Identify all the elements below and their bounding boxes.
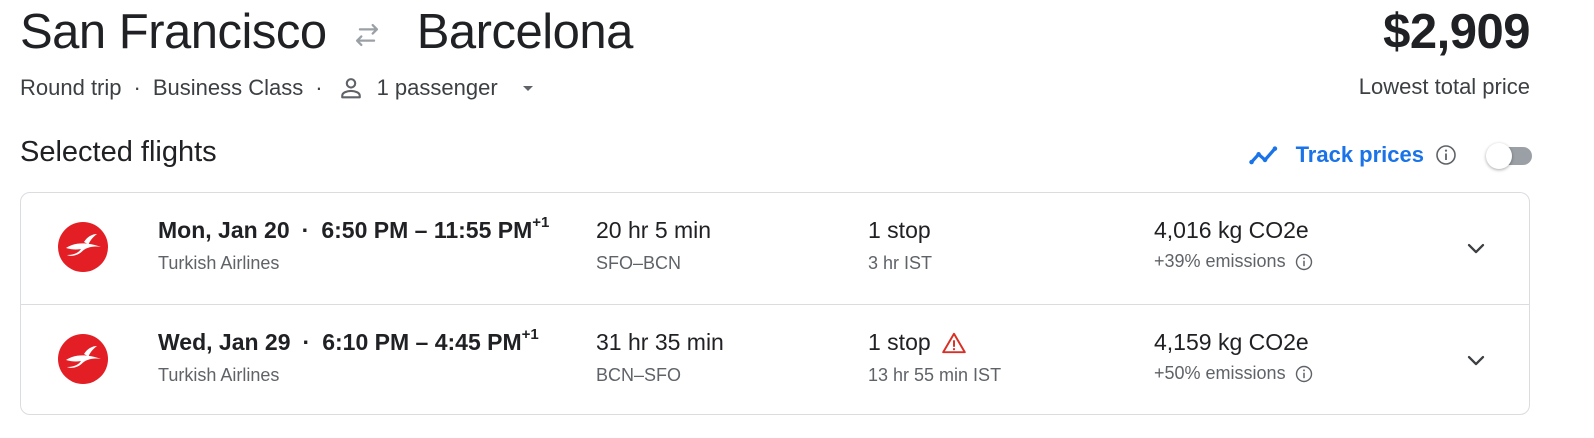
flight-times: Wed, Jan 29 · 6:10 PM – 4:45 PM +1 Turkis… — [158, 326, 539, 386]
swap-arrows-icon — [349, 17, 385, 53]
layover-info: 13 hr 55 min IST — [868, 365, 1002, 385]
emissions-col: 4,159 kg CO2e +50% emissions — [1154, 329, 1314, 384]
stops-count: 1 stop — [868, 217, 931, 243]
section-title: Selected flights — [20, 136, 217, 168]
turkish-airlines-logo-icon — [57, 333, 109, 385]
person-icon — [337, 74, 365, 102]
flight-stops-col: 1 stop 13 hr 55 min IST — [868, 329, 1001, 386]
info-icon[interactable] — [1434, 143, 1458, 167]
flight-times: Mon, Jan 20 · 6:50 PM – 11:55 PM +1 Turki… — [158, 214, 550, 274]
emissions-amount: 4,159 kg CO2e — [1154, 329, 1309, 355]
turkish-airlines-logo-icon — [57, 221, 109, 273]
flight-duration-col: 20 hr 5 min SFO–BCN — [596, 217, 711, 274]
day-offset: +1 — [521, 326, 539, 343]
cabin-class: Business Class — [152, 75, 304, 100]
chevron-down-icon[interactable] — [1459, 343, 1493, 377]
route-title: San Francisco Barcelona — [20, 4, 633, 60]
flight-date: Wed, Jan 29 — [158, 329, 291, 355]
emissions-delta: +39% emissions — [1154, 251, 1286, 271]
toggle-knob — [1486, 143, 1512, 169]
track-prices-toggle[interactable] — [1486, 143, 1534, 169]
flight-date: Mon, Jan 20 — [158, 217, 290, 243]
airline-name: Turkish Airlines — [158, 253, 280, 273]
flight-duration: 31 hr 35 min — [596, 329, 724, 355]
chevron-down-icon[interactable] — [1459, 231, 1493, 265]
price-label: Lowest total price — [1358, 74, 1530, 99]
caret-down-icon — [516, 76, 540, 100]
day-offset: +1 — [532, 214, 550, 231]
emissions-delta: +50% emissions — [1154, 363, 1286, 383]
trip-type: Round trip — [20, 75, 122, 100]
selected-flights-list: Mon, Jan 20 · 6:50 PM – 11:55 PM +1 Turki… — [20, 192, 1530, 415]
emissions-amount: 4,016 kg CO2e — [1154, 217, 1309, 243]
destination-city: Barcelona — [416, 5, 634, 59]
flight-route-codes: SFO–BCN — [596, 253, 682, 273]
separator-dot: · — [301, 217, 310, 243]
passenger-selector[interactable]: 1 passenger — [335, 74, 540, 102]
separator-dot: · — [315, 75, 323, 100]
separator-dot: · — [302, 329, 311, 355]
flight-stops-col: 1 stop 3 hr IST — [868, 217, 932, 274]
separator-dot: · — [133, 75, 141, 100]
info-icon[interactable] — [1294, 364, 1314, 384]
track-prices: Track prices — [1248, 138, 1534, 172]
origin-city: San Francisco — [20, 5, 327, 59]
flight-duration-col: 31 hr 35 min BCN–SFO — [596, 329, 724, 386]
flight-duration: 20 hr 5 min — [596, 217, 712, 243]
emissions-col: 4,016 kg CO2e +39% emissions — [1154, 217, 1314, 272]
flight-route-codes: BCN–SFO — [596, 365, 682, 385]
flight-row-return[interactable]: Wed, Jan 29 · 6:10 PM – 4:45 PM +1 Turkis… — [21, 304, 1529, 414]
warning-triangle-icon — [941, 330, 967, 356]
flight-row-outbound[interactable]: Mon, Jan 20 · 6:50 PM – 11:55 PM +1 Turki… — [21, 193, 1529, 304]
passenger-count: 1 passenger — [376, 75, 498, 100]
flight-time-range: 6:50 PM – 11:55 PM — [321, 217, 533, 243]
trip-summary: Round trip · Business Class · 1 passenge… — [20, 74, 540, 102]
track-prices-label[interactable]: Track prices — [1296, 142, 1424, 168]
stops-count: 1 stop — [868, 329, 931, 355]
trend-line-icon — [1248, 138, 1282, 172]
total-price: $2,909 — [1383, 5, 1530, 59]
flight-time-range: 6:10 PM – 4:45 PM — [322, 329, 522, 355]
airline-name: Turkish Airlines — [158, 365, 280, 385]
layover-info: 3 hr IST — [868, 253, 933, 273]
info-icon[interactable] — [1294, 252, 1314, 272]
